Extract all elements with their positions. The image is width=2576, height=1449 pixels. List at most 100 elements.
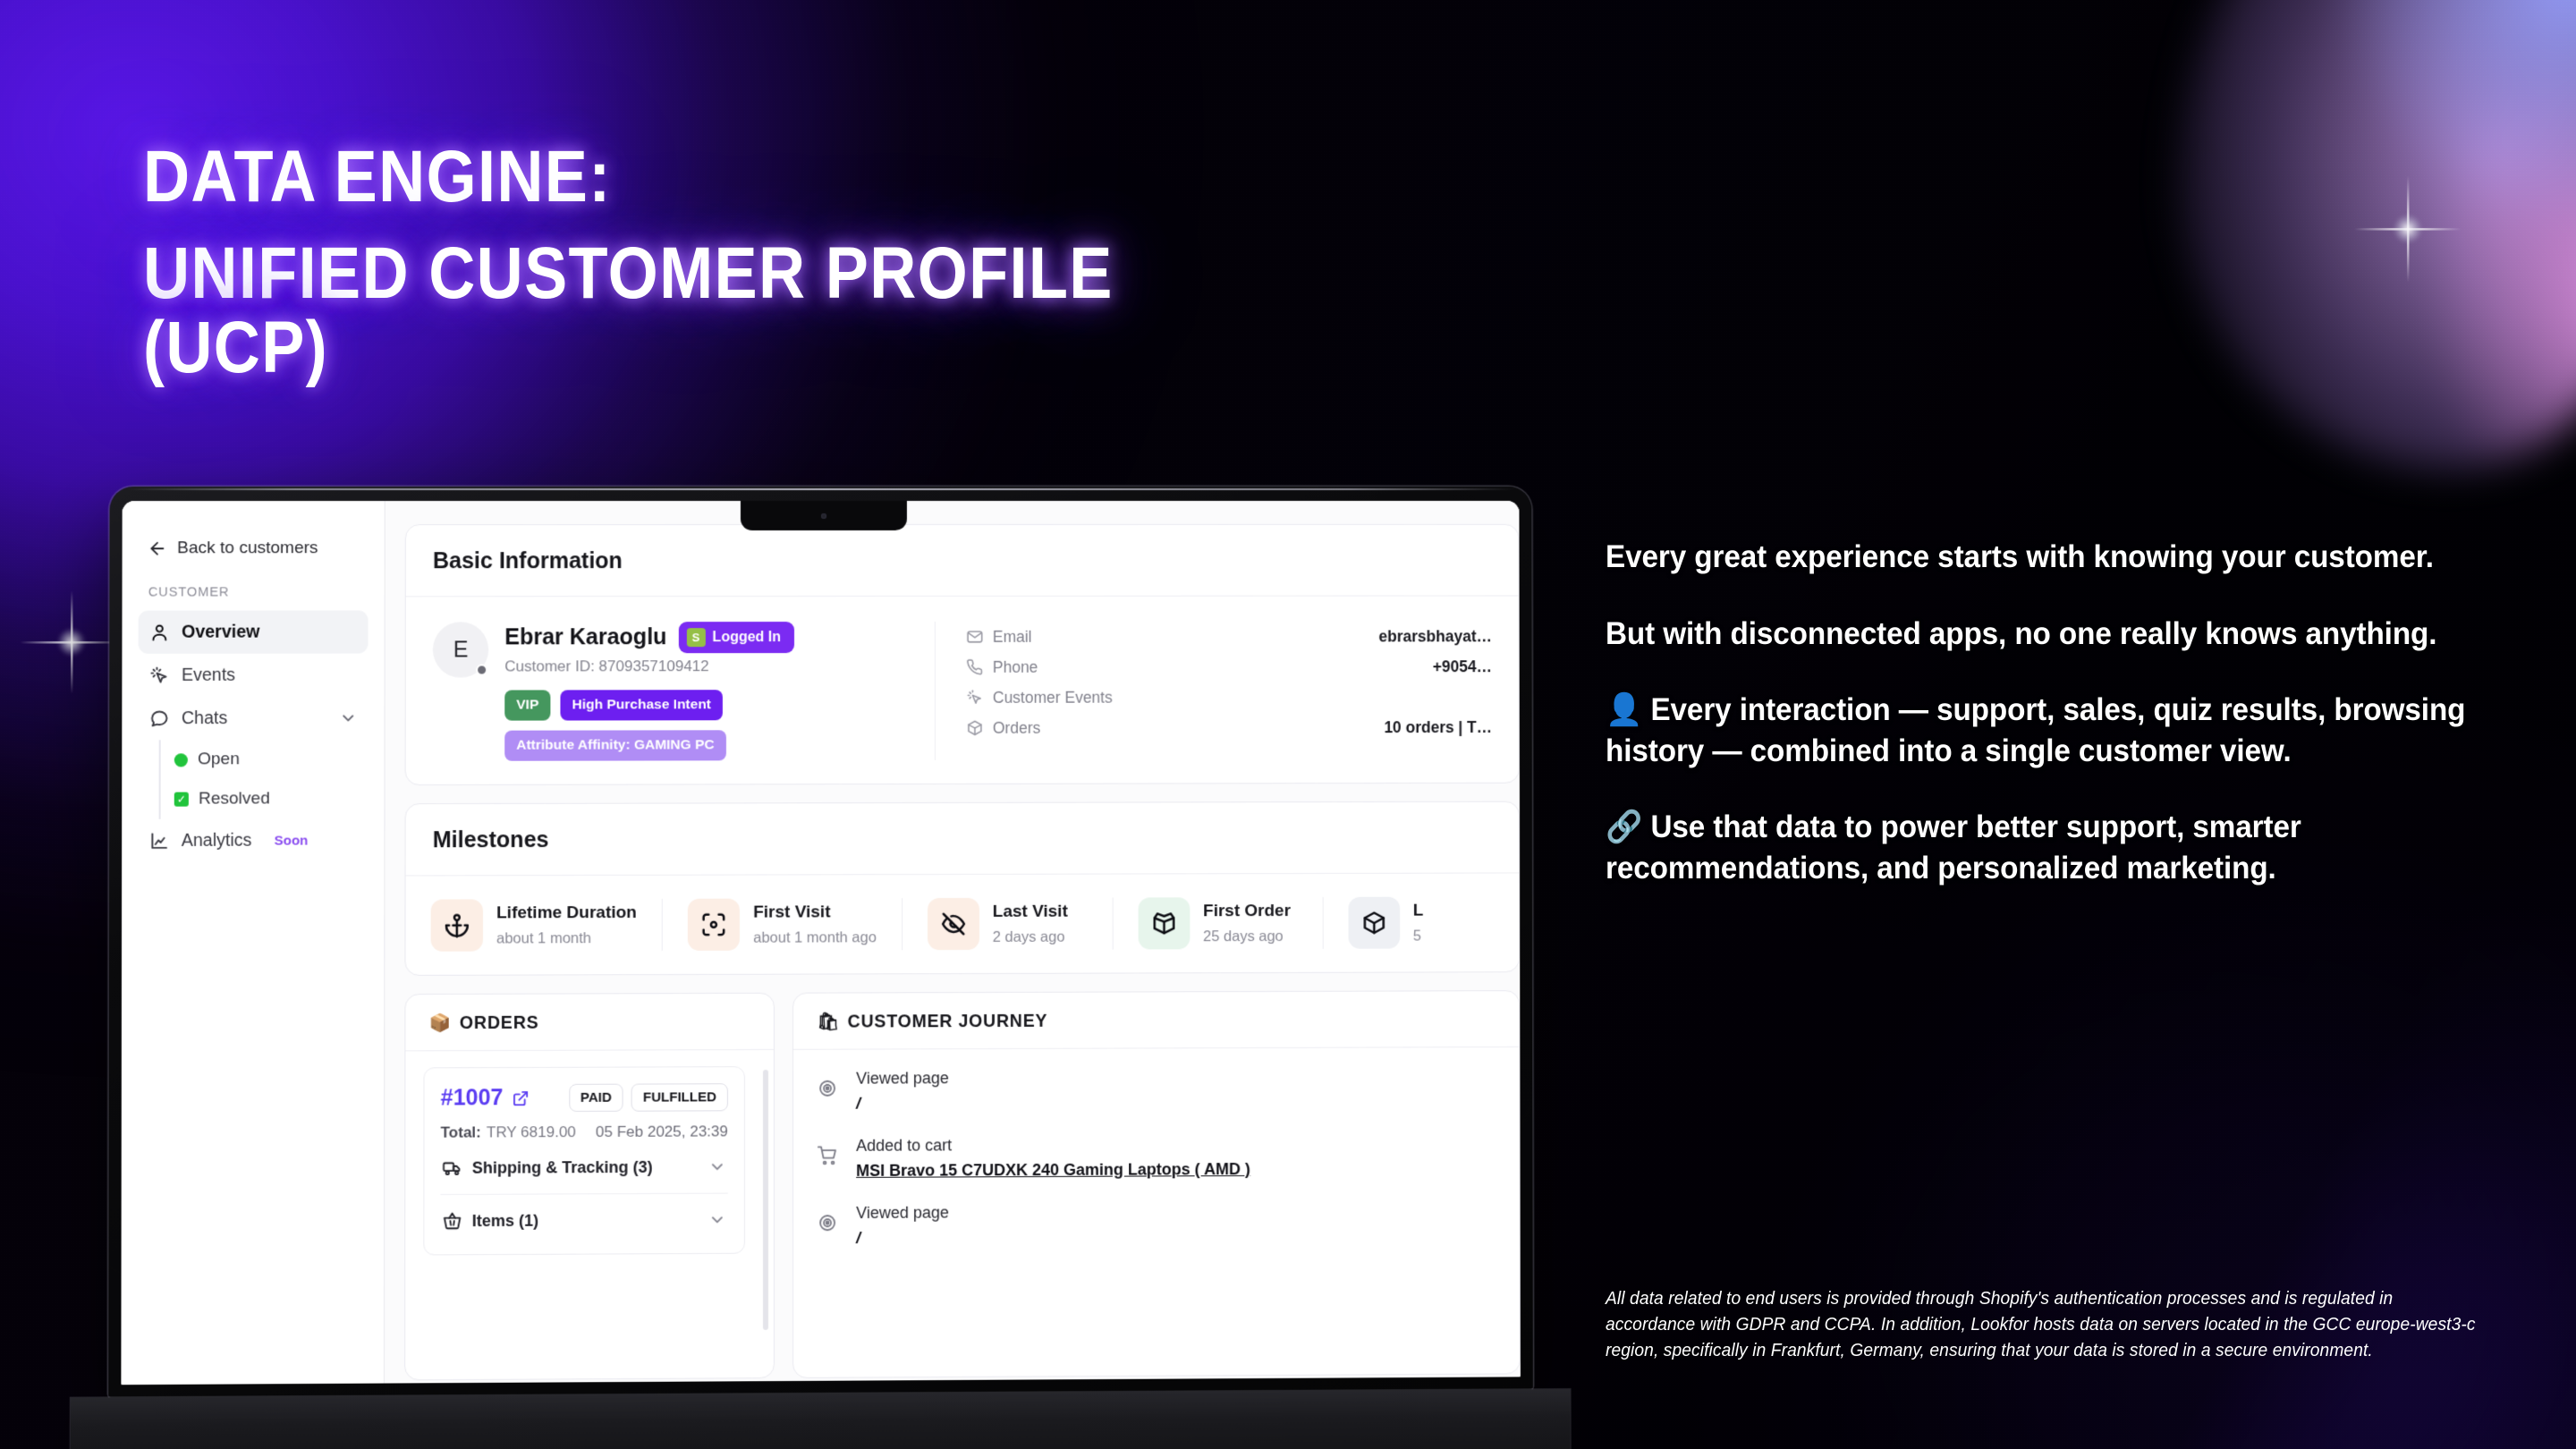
orders-column: 📦 ORDERS #1007 PAID FULFILLED Total: TRY… (404, 992, 775, 1381)
basic-information-body: E Ebrar Karaoglu S Logged In Customer ID… (406, 596, 1519, 784)
milestone-title: Last Visit (992, 902, 1068, 921)
field-orders: Orders 10 orders | T… (966, 712, 1492, 743)
laptop-screen: Back to customers CUSTOMER Overview Even… (121, 500, 1521, 1385)
journey-event-title: Added to cart (856, 1136, 953, 1155)
status-badge: FULFILLED (631, 1083, 728, 1112)
field-value: +9054… (1432, 657, 1493, 675)
field-customer-events: Customer Events (966, 682, 1492, 713)
package-icon (1348, 896, 1401, 949)
truck-icon (443, 1158, 462, 1178)
eye-target-icon (817, 1070, 840, 1114)
customer-name: Ebrar Karaoglu (504, 624, 667, 650)
accordion-items[interactable]: Items (1) (440, 1194, 727, 1248)
status-badge: High Purchase Intent (560, 690, 723, 721)
sidebar-subitem-label: Resolved (198, 789, 270, 809)
field-email: Email ebrarsbhayat… (966, 621, 1492, 651)
customer-contact-fields: Email ebrarsbhayat… Phone +9054… Custome… (934, 621, 1493, 760)
order-status-badges: PAID FULFILLED (568, 1083, 728, 1112)
orders-scrollbar[interactable] (762, 1069, 768, 1330)
chevron-down-icon (339, 709, 357, 727)
eye-target-icon (817, 1204, 840, 1248)
field-label: Customer Events (992, 688, 1113, 707)
cursor-click-icon (149, 665, 170, 685)
eye-off-icon (927, 897, 979, 951)
sidebar-item-label: Analytics (181, 830, 252, 851)
orders-card: 📦 ORDERS #1007 PAID FULFILLED Total: TRY… (404, 992, 775, 1381)
sidebar-item-label: Chats (181, 708, 228, 728)
sidebar-item-chats[interactable]: Chats (138, 697, 368, 741)
laptop-base (70, 1389, 1571, 1449)
milestone-title: First Order (1203, 901, 1291, 921)
field-label: Phone (992, 657, 1038, 676)
chat-bubble-icon (149, 708, 170, 729)
customer-journey-header: 🛍 CUSTOMER JOURNEY (793, 991, 1520, 1050)
avatar-wrapper: E (432, 622, 489, 678)
field-label: Email (992, 627, 1032, 646)
journey-event: Viewed page / (817, 1201, 1496, 1249)
sidebar-item-label: Events (181, 665, 236, 685)
sidebar-subitem-label: Open (198, 750, 240, 769)
accordion-shipping-tracking[interactable]: Shipping & Tracking (3) (440, 1140, 728, 1196)
order-date: 05 Feb 2025, 23:39 (595, 1123, 728, 1140)
order-meta-row: Total: TRY 6819.00 05 Feb 2025, 23:39 (441, 1123, 728, 1141)
phone-icon (966, 658, 984, 676)
chart-icon (148, 830, 169, 851)
card-title: Basic Information (432, 548, 623, 574)
order-number-link[interactable]: #1007 (441, 1085, 530, 1112)
webcam-icon (821, 513, 827, 519)
shopping-bag-emoji-icon: 🛍 (817, 1012, 840, 1032)
back-to-customers-button[interactable]: Back to customers (139, 535, 369, 558)
field-label: Orders (992, 718, 1041, 737)
sidebar-subitem-open[interactable]: Open (174, 740, 369, 780)
chevron-down-icon (708, 1157, 726, 1175)
orders-body: #1007 PAID FULFILLED Total: TRY 6819.00 … (405, 1050, 774, 1353)
journey-event-title: Viewed page (856, 1069, 949, 1088)
journey-event-value: / (856, 1094, 861, 1113)
laptop-deck (70, 1389, 1571, 1449)
order-number-label: #1007 (440, 1085, 504, 1111)
headline-line-2: UNIFIED CUSTOMER PROFILE (UCP) (143, 232, 1114, 389)
basket-icon (443, 1211, 462, 1231)
copy-paragraph: 🔗 Use that data to power better support,… (1606, 809, 2301, 886)
green-dot-icon (174, 752, 188, 767)
status-badge: PAID (568, 1083, 623, 1112)
milestones-body: Lifetime Duration about 1 month First Vi… (405, 873, 1521, 975)
status-badge: Attribute Affinity: GAMING PC (504, 730, 726, 761)
copy-paragraph: But with disconnected apps, no one reall… (1606, 615, 2437, 651)
order-total-value: TRY 6819.00 (486, 1123, 576, 1141)
sidebar-item-analytics[interactable]: Analytics Soon (138, 818, 368, 862)
bottom-cards-row: 📦 ORDERS #1007 PAID FULFILLED Total: TRY… (404, 990, 1521, 1381)
customer-id: Customer ID: 8709357109412 (504, 657, 709, 675)
chevron-down-icon (708, 1211, 726, 1229)
cart-icon (817, 1137, 840, 1181)
laptop-lid: Back to customers CUSTOMER Overview Even… (108, 487, 1533, 1398)
milestone-title: L (1412, 901, 1424, 920)
legal-fineprint: All data related to end users is provide… (1606, 1289, 2476, 1360)
customer-tags: VIP High Purchase Intent Attribute Affin… (504, 690, 935, 761)
journey-event-product-link[interactable]: MSI Bravo 15 C7UDXK 240 Gaming Laptops (… (856, 1160, 1250, 1181)
copy-paragraph: 👤 Every interaction — support, sales, qu… (1606, 692, 2466, 768)
milestone-value: about 1 month ago (753, 929, 877, 946)
shopify-icon: S (686, 628, 706, 648)
sidebar-item-overview[interactable]: Overview (138, 610, 369, 654)
green-check-icon: ✓ (174, 792, 189, 807)
milestone-first-order: First Order 25 days ago (1113, 896, 1324, 950)
sidebar-subitem-resolved[interactable]: ✓ Resolved (174, 779, 369, 819)
milestone-last-visit: Last Visit 2 days ago (902, 897, 1114, 951)
sidebar-section-label: CUSTOMER (148, 585, 230, 600)
sidebar-item-events[interactable]: Events (139, 654, 369, 698)
order-item: #1007 PAID FULFILLED Total: TRY 6819.00 … (423, 1066, 745, 1256)
main-content: Basic Information E Ebrar Karaoglu S Log… (384, 500, 1521, 1384)
field-value: 10 orders | T… (1384, 717, 1493, 736)
package-icon (966, 719, 984, 737)
order-total-label: Total: (440, 1123, 481, 1141)
laptop-notch (740, 500, 907, 531)
basic-information-header: Basic Information (405, 524, 1519, 597)
sidebar-item-label: Overview (182, 622, 260, 642)
basic-information-card: Basic Information E Ebrar Karaoglu S Log… (404, 523, 1520, 786)
field-phone: Phone +9054… (966, 651, 1492, 682)
person-icon (149, 622, 170, 642)
journey-event: Viewed page / (817, 1067, 1496, 1114)
card-title: 🛍 CUSTOMER JOURNEY (817, 1009, 1496, 1033)
journey-event-value: / (856, 1229, 861, 1248)
